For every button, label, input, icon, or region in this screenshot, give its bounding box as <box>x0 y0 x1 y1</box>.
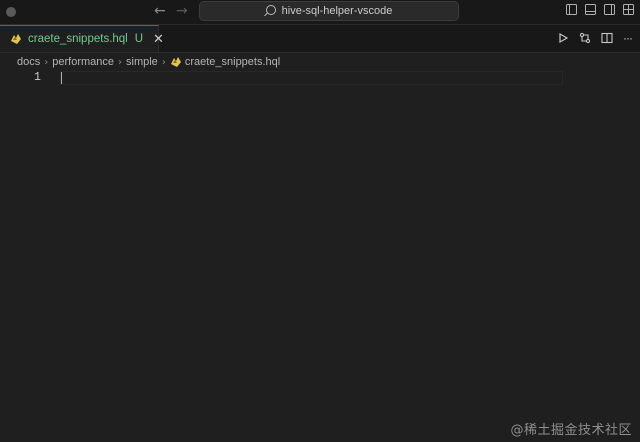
search-icon <box>265 5 276 15</box>
editor-actions: ··· <box>557 32 633 44</box>
breadcrumb-item-simple[interactable]: simple <box>126 56 158 68</box>
line-number: 1 <box>34 71 41 84</box>
compare-changes-icon[interactable] <box>579 32 591 44</box>
chevron-right-icon: › <box>118 56 123 68</box>
toggle-panel-icon[interactable] <box>585 4 596 15</box>
breadcrumb-item-file[interactable]: craete_snippets.hql <box>185 56 280 68</box>
breadcrumb-item-performance[interactable]: performance <box>52 56 114 68</box>
title-bar: ← → hive-sql-helper-vscode <box>0 0 640 25</box>
hql-file-icon <box>170 56 182 68</box>
breadcrumb: docs › performance › simple › craete_sni… <box>17 55 280 69</box>
breadcrumb-item-docs[interactable]: docs <box>17 56 40 68</box>
arrow-right-icon[interactable]: → <box>176 3 188 19</box>
close-icon[interactable]: ✕ <box>153 32 164 47</box>
customize-layout-icon[interactable] <box>623 4 634 15</box>
command-center-label: hive-sql-helper-vscode <box>281 5 393 17</box>
text-cursor <box>61 72 62 84</box>
toggle-secondary-sidebar-icon[interactable] <box>604 4 615 15</box>
hql-file-icon <box>10 33 22 45</box>
split-editor-icon[interactable] <box>601 32 613 44</box>
layout-controls <box>566 4 634 15</box>
tab-bar: craete_snippets.hql U ✕ <box>0 25 640 53</box>
untracked-badge: U <box>134 33 144 45</box>
chevron-right-icon: › <box>161 56 166 68</box>
tab-label: craete_snippets.hql <box>28 33 128 45</box>
arrow-left-icon[interactable]: ← <box>154 3 166 19</box>
current-line-highlight[interactable] <box>60 71 563 85</box>
toggle-primary-sidebar-icon[interactable] <box>566 4 577 15</box>
chevron-right-icon: › <box>44 56 49 68</box>
window-control-button[interactable] <box>6 7 16 17</box>
run-icon[interactable] <box>557 32 569 44</box>
more-actions-button[interactable]: ··· <box>623 32 633 44</box>
command-center-search[interactable]: hive-sql-helper-vscode <box>199 1 459 21</box>
watermark: @稀土掘金技术社区 <box>510 423 632 438</box>
tab-craete-snippets[interactable]: craete_snippets.hql U ✕ <box>0 25 164 52</box>
